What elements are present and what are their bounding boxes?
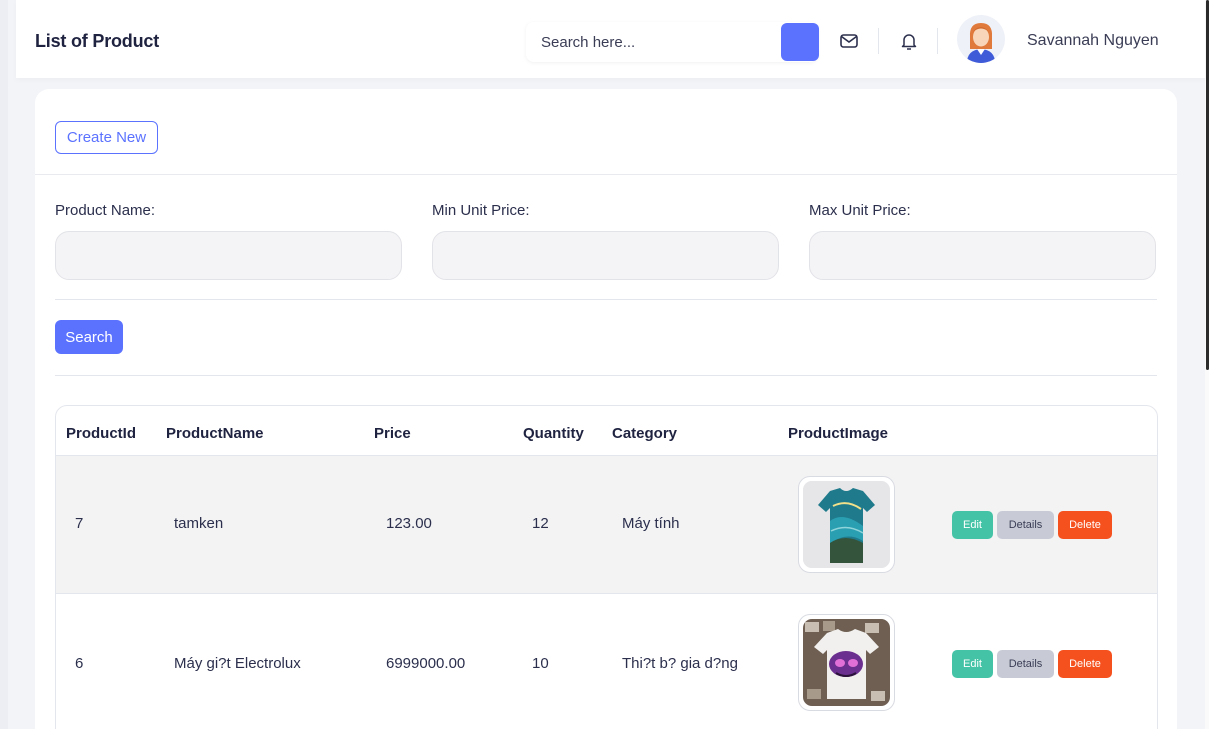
min-price-label: Min Unit Price: [432,202,530,219]
divider [55,375,1157,376]
cell-quantity: 10 [532,655,549,672]
search-button[interactable]: Search [55,320,123,354]
column-header-category[interactable]: Category [612,425,677,442]
cell-price: 123.00 [386,515,432,532]
details-button[interactable]: Details [997,650,1054,678]
details-button[interactable]: Details [997,511,1054,539]
cell-productname: tamken [174,515,224,532]
max-price-input[interactable] [809,231,1156,280]
column-header-quantity[interactable]: Quantity [523,425,584,442]
cell-category: Thi?t b? gia d?ng [622,655,738,672]
cell-price: 6999000.00 [386,655,466,672]
product-image [798,614,895,711]
mail-icon[interactable] [838,30,860,52]
column-header-productname[interactable]: ProductName [166,425,264,442]
bell-icon[interactable] [898,30,920,52]
tshirt-image [803,481,890,568]
product-name-label: Product Name: [55,202,156,219]
product-table: ProductId ProductName Price Quantity Cat… [55,405,1158,729]
cell-productid: 7 [75,515,84,532]
max-price-label: Max Unit Price: [809,202,911,219]
divider [35,174,1177,175]
user-avatar-icon [967,23,995,63]
delete-button[interactable]: Delete [1058,511,1112,539]
divider [55,299,1157,300]
cell-productid: 6 [75,655,84,672]
delete-button[interactable]: Delete [1058,650,1112,678]
cell-category: Máy tính [622,515,680,532]
product-list-card: Create New Product Name: Min Unit Price:… [35,89,1177,729]
cell-productname: Máy gi?t Electrolux [174,655,301,672]
scrollbar[interactable] [1205,0,1209,729]
page-title: List of Product [35,31,159,51]
tshirt-image [803,619,890,706]
header-divider [937,28,938,54]
table-row: 6 Máy gi?t Electrolux 6999000.00 10 Thi?… [56,593,1157,729]
column-header-productid[interactable]: ProductId [66,425,136,442]
table-row: 7 tamken 123.00 12 Máy tính Edit Details… [56,455,1157,593]
create-new-button[interactable]: Create New [55,121,158,154]
product-image [798,476,895,573]
column-header-productimage[interactable]: ProductImage [788,425,888,442]
product-name-input[interactable] [55,231,402,280]
sidebar-edge [0,0,8,729]
min-price-input[interactable] [432,231,779,280]
cell-quantity: 12 [532,515,549,532]
header-search-button[interactable] [781,23,819,61]
top-header: List of Product Savannah Nguyen [16,0,1205,78]
edit-button[interactable]: Edit [952,511,993,539]
user-name[interactable]: Savannah Nguyen [1027,32,1159,50]
header-search [526,22,819,62]
avatar[interactable] [957,15,1005,63]
header-search-input[interactable] [526,22,778,62]
column-header-price[interactable]: Price [374,425,411,442]
edit-button[interactable]: Edit [952,650,993,678]
header-divider [878,28,879,54]
